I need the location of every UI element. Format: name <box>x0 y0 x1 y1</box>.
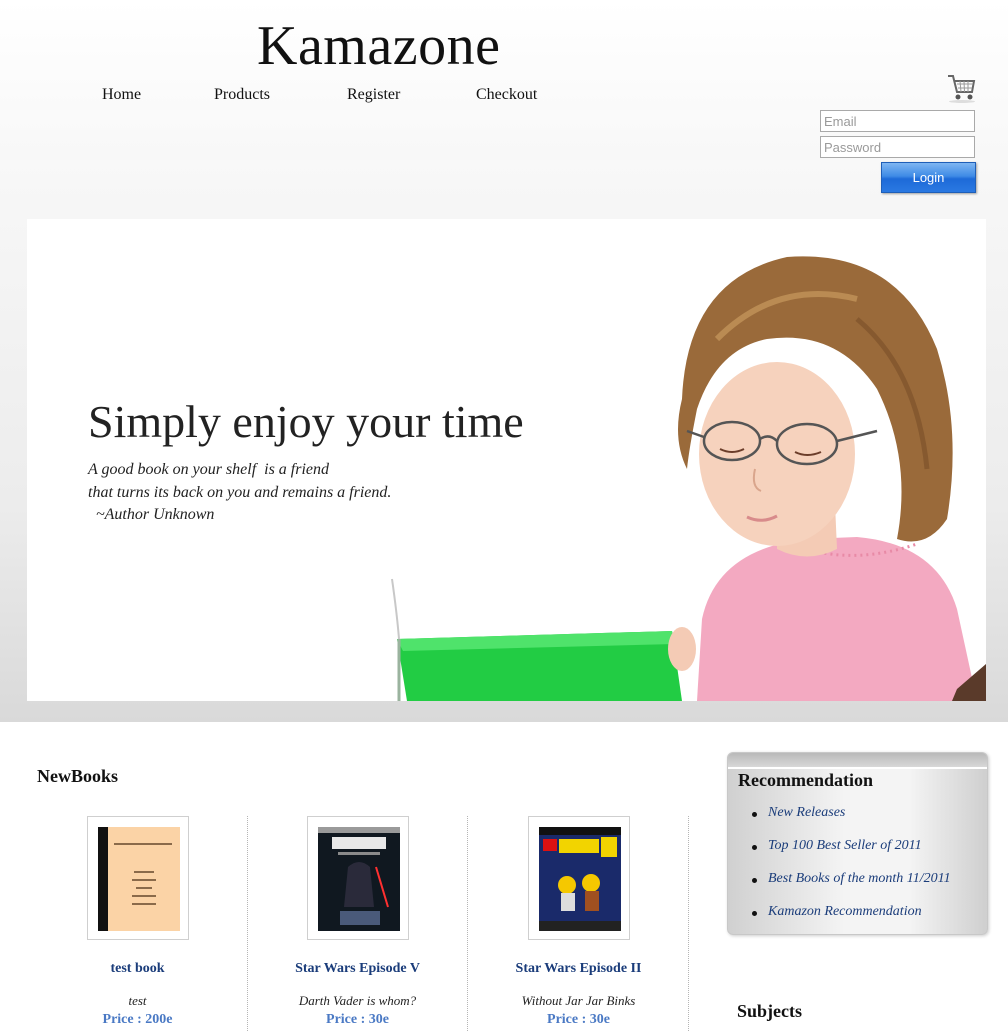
product-thumbnail[interactable] <box>86 816 189 940</box>
product-card: Star Wars Episode V Darth Vader is whom?… <box>248 816 468 1031</box>
nav-products-link[interactable]: Products <box>214 86 270 104</box>
nav-register-link[interactable]: Register <box>347 86 400 104</box>
book-cover-icon <box>97 827 180 931</box>
hero-quote-line: A good book on your shelf is a friend <box>88 461 330 478</box>
subjects-title: Subjects <box>737 1001 803 1021</box>
product-card: Star Wars Episode II Without Jar Jar Bin… <box>469 816 689 1031</box>
new-books-title: NewBooks <box>37 766 119 786</box>
product-price: Price : 30e <box>547 1012 610 1027</box>
hero-banner: Simply enjoy your time A good book on yo… <box>27 219 986 701</box>
recommendation-title: Recommendation <box>738 770 873 790</box>
recommendation-item: Top 100 Best Seller of 2011 <box>728 838 951 871</box>
shopping-cart-icon[interactable] <box>946 70 976 104</box>
email-input[interactable] <box>820 110 975 132</box>
recommendation-panel: Recommendation New Releases Top 100 Best… <box>727 752 988 935</box>
product-price: Price : 30e <box>326 1012 389 1027</box>
recommendation-item: Best Books of the month 11/2011 <box>728 871 951 904</box>
hero-quote-author: ~Author Unknown <box>88 506 215 523</box>
recommendation-link-best-of-month[interactable]: Best Books of the month 11/2011 <box>768 871 951 886</box>
recommendation-link-new-releases[interactable]: New Releases <box>768 805 845 820</box>
product-price: Price : 200e <box>102 1012 173 1027</box>
recommendation-item: New Releases <box>728 805 951 838</box>
nav-checkout-link[interactable]: Checkout <box>476 86 537 104</box>
product-card: test book test Price : 200e <box>28 816 248 1031</box>
recommendation-list: New Releases Top 100 Best Seller of 2011… <box>728 805 951 934</box>
recommendation-link-top-100[interactable]: Top 100 Best Seller of 2011 <box>768 838 922 853</box>
login-button[interactable]: Login <box>881 162 976 193</box>
product-thumbnail[interactable] <box>527 816 630 940</box>
recommendation-link-kamazon[interactable]: Kamazon Recommendation <box>768 904 922 919</box>
nav-home-link[interactable]: Home <box>102 86 141 104</box>
girl-reading-book-image <box>391 256 986 701</box>
product-name[interactable]: Star Wars Episode II <box>469 961 688 977</box>
product-thumbnail[interactable] <box>306 816 409 940</box>
site-logo[interactable]: Kamazone <box>257 14 500 78</box>
product-description: Without Jar Jar Binks <box>521 993 636 1008</box>
password-input[interactable] <box>820 136 975 158</box>
product-name[interactable]: test book <box>28 961 247 977</box>
product-description: Darth Vader is whom? <box>298 993 417 1008</box>
recommendation-item: Kamazon Recommendation <box>728 904 951 934</box>
game-cover-icon <box>538 827 621 931</box>
product-description: test <box>128 993 147 1008</box>
movie-cover-icon <box>317 827 400 931</box>
product-name[interactable]: Star Wars Episode V <box>248 961 467 977</box>
